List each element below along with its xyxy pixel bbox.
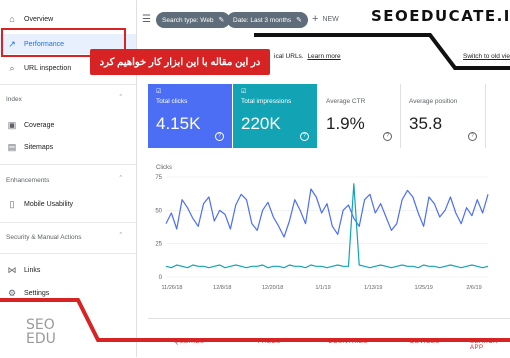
tab-devices[interactable]: DEVICES [410, 339, 440, 345]
tab-queries[interactable]: QUERIES [174, 339, 205, 345]
tab-countries[interactable]: COUNTRIES [328, 339, 368, 345]
logo-line: EDU [26, 331, 56, 347]
tab-pages[interactable]: PAGES [258, 339, 281, 345]
seo-edu-logo: SEO EDU [26, 318, 56, 346]
tab-search-app[interactable]: SEARCH APP [470, 339, 510, 351]
dimension-tabs: QUERIES PAGES COUNTRIES DEVICES SEARCH A… [148, 318, 510, 358]
article-banner: در این مقاله با این ابزار کار خواهیم کرد [90, 49, 270, 75]
logo-line: SEO [26, 317, 55, 333]
